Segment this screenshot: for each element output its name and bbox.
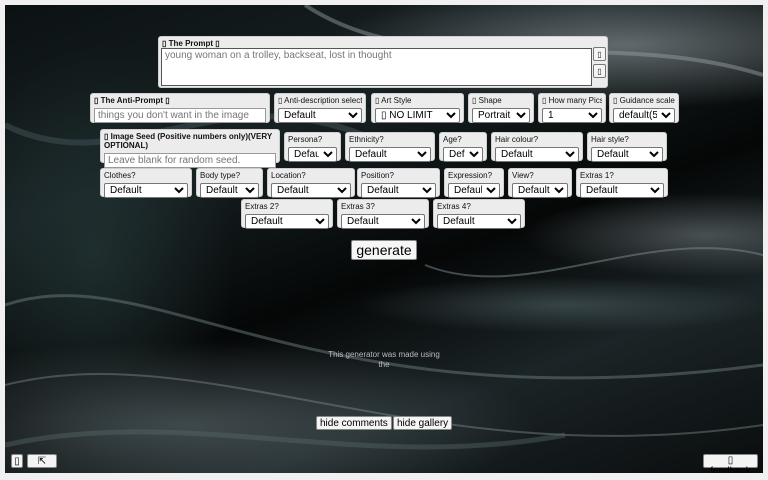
extras-3-label: Extras 3?	[341, 202, 375, 211]
expression-label: Expression?	[448, 171, 493, 180]
age-panel: Age? Default	[439, 132, 487, 162]
extras-4-panel: Extras 4? Default	[433, 199, 525, 229]
guidance-scale-label: ▯ Guidance scale ▯	[613, 96, 675, 105]
how-many-pics-panel: ▯ How many Pics? 1	[538, 93, 606, 123]
persona-panel: Persona? Default	[284, 132, 341, 162]
position-panel: Position? Default	[357, 168, 440, 198]
page-header	[5, 14, 763, 29]
generate-button[interactable]: generate	[351, 240, 417, 260]
hide-comments-button[interactable]: hide comments	[316, 416, 392, 430]
seed-input[interactable]	[104, 153, 276, 168]
body-type-select[interactable]: Default	[200, 183, 259, 198]
shape-panel: ▯ Shape Portrait	[468, 93, 534, 123]
ethnicity-label: Ethnicity?	[349, 135, 384, 144]
guidance-scale-panel: ▯ Guidance scale ▯ default(5)	[609, 93, 679, 123]
anti-description-panel: ▯ Anti-description selects Default	[274, 93, 366, 123]
expression-panel: Expression? Default	[444, 168, 504, 198]
extras-2-label: Extras 2?	[245, 202, 279, 211]
extras-2-select[interactable]: Default	[245, 214, 329, 229]
anti-description-label: ▯ Anti-description selects	[278, 96, 362, 105]
art-style-panel: ▯ Art Style ▯ NO LIMIT	[371, 93, 464, 123]
ethnicity-select[interactable]: Default	[349, 147, 431, 162]
extras-4-select[interactable]: Default	[437, 214, 521, 229]
view-select[interactable]: Default	[512, 183, 568, 198]
made-with-note: This generator was made using the	[309, 350, 459, 370]
made-with-line-2: the	[309, 360, 459, 370]
prompt-side-button-2[interactable]: ▯	[593, 64, 606, 78]
anti-prompt-input[interactable]	[94, 108, 266, 123]
age-select[interactable]: Default	[443, 147, 483, 162]
art-style-label: ▯ Art Style	[375, 96, 412, 105]
view-panel: View? Default	[508, 168, 572, 198]
extras-3-panel: Extras 3? Default	[337, 199, 429, 229]
hair-colour-label: Hair colour?	[495, 135, 539, 144]
art-style-select[interactable]: ▯ NO LIMIT	[375, 108, 460, 123]
seed-panel: ▯ Image Seed (Positive numbers only)(VER…	[100, 129, 280, 168]
prompt-panel: ▯ The Prompt ▯ young woman on a trolley,…	[158, 36, 608, 88]
extras-1-select[interactable]: Default	[580, 183, 664, 198]
clothes-label: Clothes?	[104, 171, 136, 180]
anti-prompt-label: ▯ The Anti-Prompt ▯	[94, 96, 170, 105]
anti-prompt-panel: ▯ The Anti-Prompt ▯	[90, 93, 270, 123]
expand-icon-button[interactable]: ⇱	[27, 454, 57, 468]
page-background: ▯ The Prompt ▯ young woman on a trolley,…	[5, 5, 763, 473]
position-label: Position?	[361, 171, 394, 180]
extras-2-panel: Extras 2? Default	[241, 199, 333, 229]
extras-1-panel: Extras 1? Default	[576, 168, 668, 198]
persona-select[interactable]: Default	[288, 147, 337, 162]
shape-label: ▯ Shape	[472, 96, 502, 105]
bottom-left-icon-button[interactable]: ▯	[11, 454, 23, 468]
extras-4-label: Extras 4?	[437, 202, 471, 211]
prompt-side-button-1[interactable]: ▯	[593, 47, 606, 61]
made-with-prefix: the	[378, 360, 390, 369]
guidance-scale-select[interactable]: default(5)	[613, 108, 675, 123]
clothes-panel: Clothes? Default	[100, 168, 192, 198]
position-select[interactable]: Default	[361, 183, 436, 198]
expression-select[interactable]: Default	[448, 183, 500, 198]
hair-colour-panel: Hair colour? Default	[491, 132, 583, 162]
made-with-line-1: This generator was made using	[328, 350, 440, 359]
shape-select[interactable]: Portrait	[472, 108, 530, 123]
extras-1-label: Extras 1?	[580, 171, 614, 180]
hair-colour-select[interactable]: Default	[495, 147, 579, 162]
how-many-pics-label: ▯ How many Pics?	[542, 96, 602, 105]
how-many-pics-select[interactable]: 1	[542, 108, 602, 123]
age-label: Age?	[443, 135, 462, 144]
ethnicity-panel: Ethnicity? Default	[345, 132, 435, 162]
clothes-select[interactable]: Default	[104, 183, 188, 198]
extras-3-select[interactable]: Default	[341, 214, 425, 229]
body-type-label: Body type?	[200, 171, 241, 180]
hide-gallery-button[interactable]: hide gallery	[393, 416, 453, 430]
view-label: View?	[512, 171, 534, 180]
prompt-label: ▯ The Prompt ▯	[162, 39, 220, 48]
hair-style-select[interactable]: Default	[591, 147, 663, 162]
hair-style-panel: Hair style? Default	[587, 132, 667, 162]
prompt-textarea[interactable]: young woman on a trolley, backseat, lost…	[161, 48, 592, 86]
location-panel: Location? Default	[267, 168, 355, 198]
feedback-button[interactable]: ▯ feedback	[703, 454, 758, 473]
anti-description-select[interactable]: Default	[278, 108, 362, 123]
persona-label: Persona?	[288, 135, 323, 144]
seed-label: ▯ Image Seed (Positive numbers only)(VER…	[104, 132, 273, 150]
hair-style-label: Hair style?	[591, 135, 629, 144]
body-type-panel: Body type? Default	[196, 168, 263, 198]
location-select[interactable]: Default	[271, 183, 351, 198]
location-label: Location?	[271, 171, 306, 180]
